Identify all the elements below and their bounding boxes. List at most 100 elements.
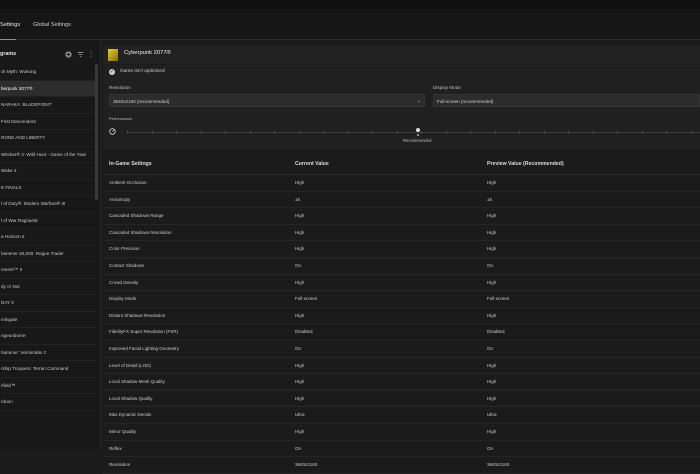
list-item[interactable]: nment™ II xyxy=(0,262,96,279)
list-item[interactable]: Witcher® 3: Wild Hunt - Game of the Year xyxy=(0,147,96,163)
tab-bar: Settings Global Settings xyxy=(0,9,700,40)
current-value: On xyxy=(295,262,302,268)
setting-name: Resolution xyxy=(109,462,131,468)
table-row: Reflex On On xyxy=(103,441,700,458)
tab-global-settings[interactable]: Global Settings xyxy=(33,19,71,39)
list-item[interactable]: RONE AND LIBERTY xyxy=(0,130,96,147)
list-item[interactable]: l of Duty®: Modern Warfare® III xyxy=(0,196,96,213)
slider-tick xyxy=(274,131,275,134)
table-row: Cascaded Shadows Resolution High High xyxy=(103,225,700,242)
sidebar-header: grams ⋮ xyxy=(0,48,100,62)
setting-name: Max Dynamic Decals xyxy=(109,412,152,418)
preview-value: High xyxy=(487,279,497,285)
slider-handle[interactable] xyxy=(416,128,420,132)
current-value: 3840x2160 xyxy=(295,462,318,468)
current-value: High xyxy=(295,279,305,285)
sidebar-scrollbar[interactable] xyxy=(95,64,98,200)
slider-tick xyxy=(127,131,128,134)
slider-tick xyxy=(421,131,422,134)
preview-value: On xyxy=(487,262,494,268)
slider-tick xyxy=(396,131,398,134)
table-row: Display Mode Full-screen Full-screen xyxy=(103,291,700,308)
column-header-setting: In-Game Settings xyxy=(109,161,152,167)
list-item[interactable]: dy or Not xyxy=(0,279,96,295)
list-item[interactable]: DAY 3 xyxy=(0,295,96,312)
add-program-icon[interactable] xyxy=(64,51,72,59)
list-item[interactable]: NARAKA: BLADEPOINT xyxy=(0,97,96,114)
optimization-status: Game isn't optimized xyxy=(120,69,165,74)
table-row: Local Shadow Quality High High xyxy=(103,391,700,408)
slider-tick xyxy=(347,131,349,134)
chevron-down-icon: ⌄ xyxy=(416,98,421,104)
slider-tick xyxy=(690,131,692,134)
speedometer-icon xyxy=(109,128,116,135)
preview-value: High xyxy=(487,395,497,401)
tab-settings[interactable]: Settings xyxy=(0,19,20,40)
list-item[interactable]: First Descendent xyxy=(0,114,96,130)
slider-tick xyxy=(568,131,569,134)
table-row: Ambient Occlusion High High xyxy=(103,175,700,192)
setting-name: Local Shadow Mesh Quality xyxy=(109,379,165,385)
preview-value: Disabled xyxy=(487,329,505,335)
table-row: Mirror Quality High High xyxy=(103,424,700,441)
list-item[interactable]: rship Troopers: Terran Command xyxy=(0,361,96,378)
slider-tick xyxy=(617,131,618,134)
table-row: Improved Facial Lighting Geometry On On xyxy=(103,341,700,358)
table-row: FidelityFX Super Resolution (FSR) Disable… xyxy=(103,324,700,341)
table-row: Level of Detail (LOD) High High xyxy=(103,358,700,375)
recommended-marker xyxy=(417,134,419,136)
current-value: High xyxy=(295,246,305,252)
setting-name: Anisotropy xyxy=(109,196,131,202)
slider-tick xyxy=(372,131,373,134)
slider-tick xyxy=(445,131,447,134)
preview-value: High xyxy=(487,379,497,385)
slider-tick xyxy=(470,131,471,134)
resolution-label: Resolution xyxy=(109,85,131,90)
sidebar-title: grams xyxy=(0,51,17,57)
preview-value: High xyxy=(487,246,497,252)
setting-name: Ambient Occlusion xyxy=(109,180,147,185)
more-options-icon[interactable]: ⋮ xyxy=(87,51,95,59)
preview-value: Full-screen xyxy=(487,296,510,302)
column-header-preview: Preview Value (Recommended) xyxy=(487,161,564,167)
list-item[interactable]: hammer 40,000: Rogue Trader xyxy=(0,246,96,262)
current-value: High xyxy=(295,180,305,185)
game-cover-thumbnail xyxy=(108,49,118,61)
list-item[interactable]: rdoon xyxy=(0,394,96,411)
list-item[interactable]: rfield™ xyxy=(0,378,96,394)
preview-value: High xyxy=(487,428,497,434)
resolution-select[interactable]: 3840x2160 (recommended) ⌄ xyxy=(109,94,425,107)
table-row: Color Precision High High xyxy=(103,241,700,258)
display-mode-select[interactable]: Full-screen (recommended) xyxy=(433,94,700,107)
table-row: Crowd Density High High xyxy=(103,275,700,292)
list-item[interactable]: ck Myth: Wukong xyxy=(0,64,96,81)
current-value: 16 xyxy=(295,196,301,202)
list-item[interactable]: ngeonborne xyxy=(0,328,96,345)
setting-name: Crowd Density xyxy=(109,279,139,285)
table-body: Ambient Occlusion High High Anisotropy 16 16 C… xyxy=(103,175,700,474)
setting-name: Mirror Quality xyxy=(109,428,137,434)
list-item[interactable]: hammer: Vermintide 2 xyxy=(0,345,96,361)
setting-name: Cascaded Shadows Range xyxy=(109,213,164,219)
list-item[interactable]: berpunk 2077® xyxy=(0,80,96,97)
current-value: High xyxy=(295,428,305,434)
preview-value: High xyxy=(487,229,497,235)
preview-value: High xyxy=(487,312,497,318)
slider-tick xyxy=(641,131,643,134)
list-item[interactable]: a Horizon 5 xyxy=(0,229,96,246)
setting-name: Display Mode xyxy=(109,296,137,302)
current-value: High xyxy=(295,312,305,318)
list-item[interactable]: l of War Ragnarök xyxy=(0,213,96,229)
slider-tick xyxy=(666,131,667,134)
preview-value: On xyxy=(487,345,494,351)
table-row: Cascaded Shadows Range High High xyxy=(103,208,700,225)
list-item[interactable]: mingate xyxy=(0,312,96,328)
slider-tick xyxy=(323,131,324,134)
list-item[interactable]: E FINALS xyxy=(0,180,96,196)
list-item[interactable]: Wake 2 xyxy=(0,163,96,180)
display-mode-value: Full-screen (recommended) xyxy=(437,99,494,104)
slider-track xyxy=(127,132,700,133)
optimization-panel: ✓ Game isn't optimized Resolution 3840x2… xyxy=(103,65,700,150)
filter-icon[interactable] xyxy=(76,51,84,59)
table-row: Local Shadow Mesh Quality High High xyxy=(103,374,700,391)
